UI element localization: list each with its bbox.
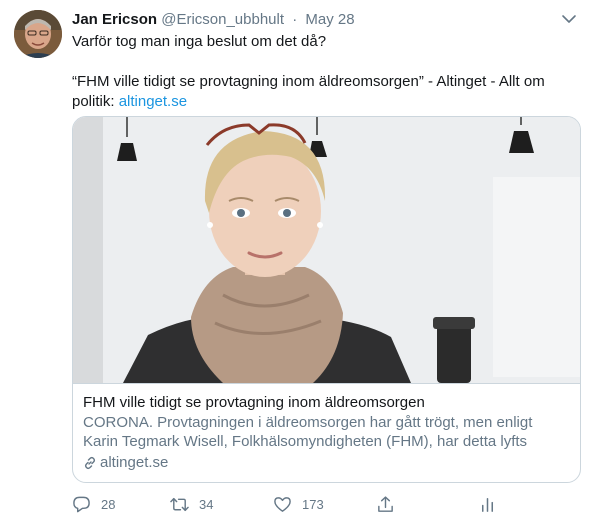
avatar[interactable] (14, 10, 62, 58)
reply-icon (73, 496, 90, 512)
like-button[interactable]: 173 (273, 493, 324, 515)
stats-icon (481, 497, 494, 512)
reply-button[interactable]: 28 (72, 493, 115, 515)
card-image[interactable] (73, 117, 580, 383)
retweet-icon (170, 497, 189, 511)
tweet[interactable]: Jan Ericson @Ericson_ubbhult · May 28 Va… (0, 0, 589, 521)
like-count: 173 (302, 496, 324, 512)
tweet-text: Varför tog man inga beslut om det då? “F… (72, 32, 577, 112)
link-icon (84, 456, 96, 470)
author-handle[interactable]: @Ericson_ubbhult (161, 11, 284, 28)
stats-button[interactable] (478, 493, 507, 515)
reply-count: 28 (101, 496, 116, 512)
share-icon (378, 495, 393, 512)
tweet-line-3: politik: altinget.se (72, 92, 577, 112)
tweet-header: Jan Ericson @Ericson_ubbhult · May 28 (72, 10, 589, 30)
tweet-link[interactable]: altinget.se (119, 93, 187, 110)
tweet-date[interactable]: May 28 (305, 11, 354, 28)
card-body[interactable]: FHM ville tidigt se provtagning inom äld… (73, 383, 580, 482)
tweet-line-2: “FHM ville tidigt se provtagning inom äl… (72, 73, 545, 90)
author-name[interactable]: Jan Ericson (72, 11, 157, 28)
retweet-button[interactable]: 34 (170, 493, 213, 515)
separator-dot: · (292, 11, 298, 28)
link-card[interactable]: FHM ville tidigt se provtagning inom äld… (72, 116, 581, 483)
card-title: FHM ville tidigt se provtagning inom äld… (83, 394, 425, 411)
card-domain-text: altinget.se (100, 454, 169, 471)
tweet-line-1: Varför tog man inga beslut om det då? (72, 33, 327, 50)
card-domain: altinget.se (83, 453, 570, 473)
like-icon (274, 496, 291, 512)
retweet-count: 34 (199, 496, 214, 512)
card-description: CORONA. Provtagningen i äldreomsorgen ha… (83, 414, 533, 450)
share-button[interactable] (376, 493, 405, 515)
tweet-line-3-prefix: politik: (72, 93, 119, 110)
tweet-actions: 28 34 173 (72, 493, 512, 515)
caret-down-icon[interactable] (561, 13, 577, 25)
